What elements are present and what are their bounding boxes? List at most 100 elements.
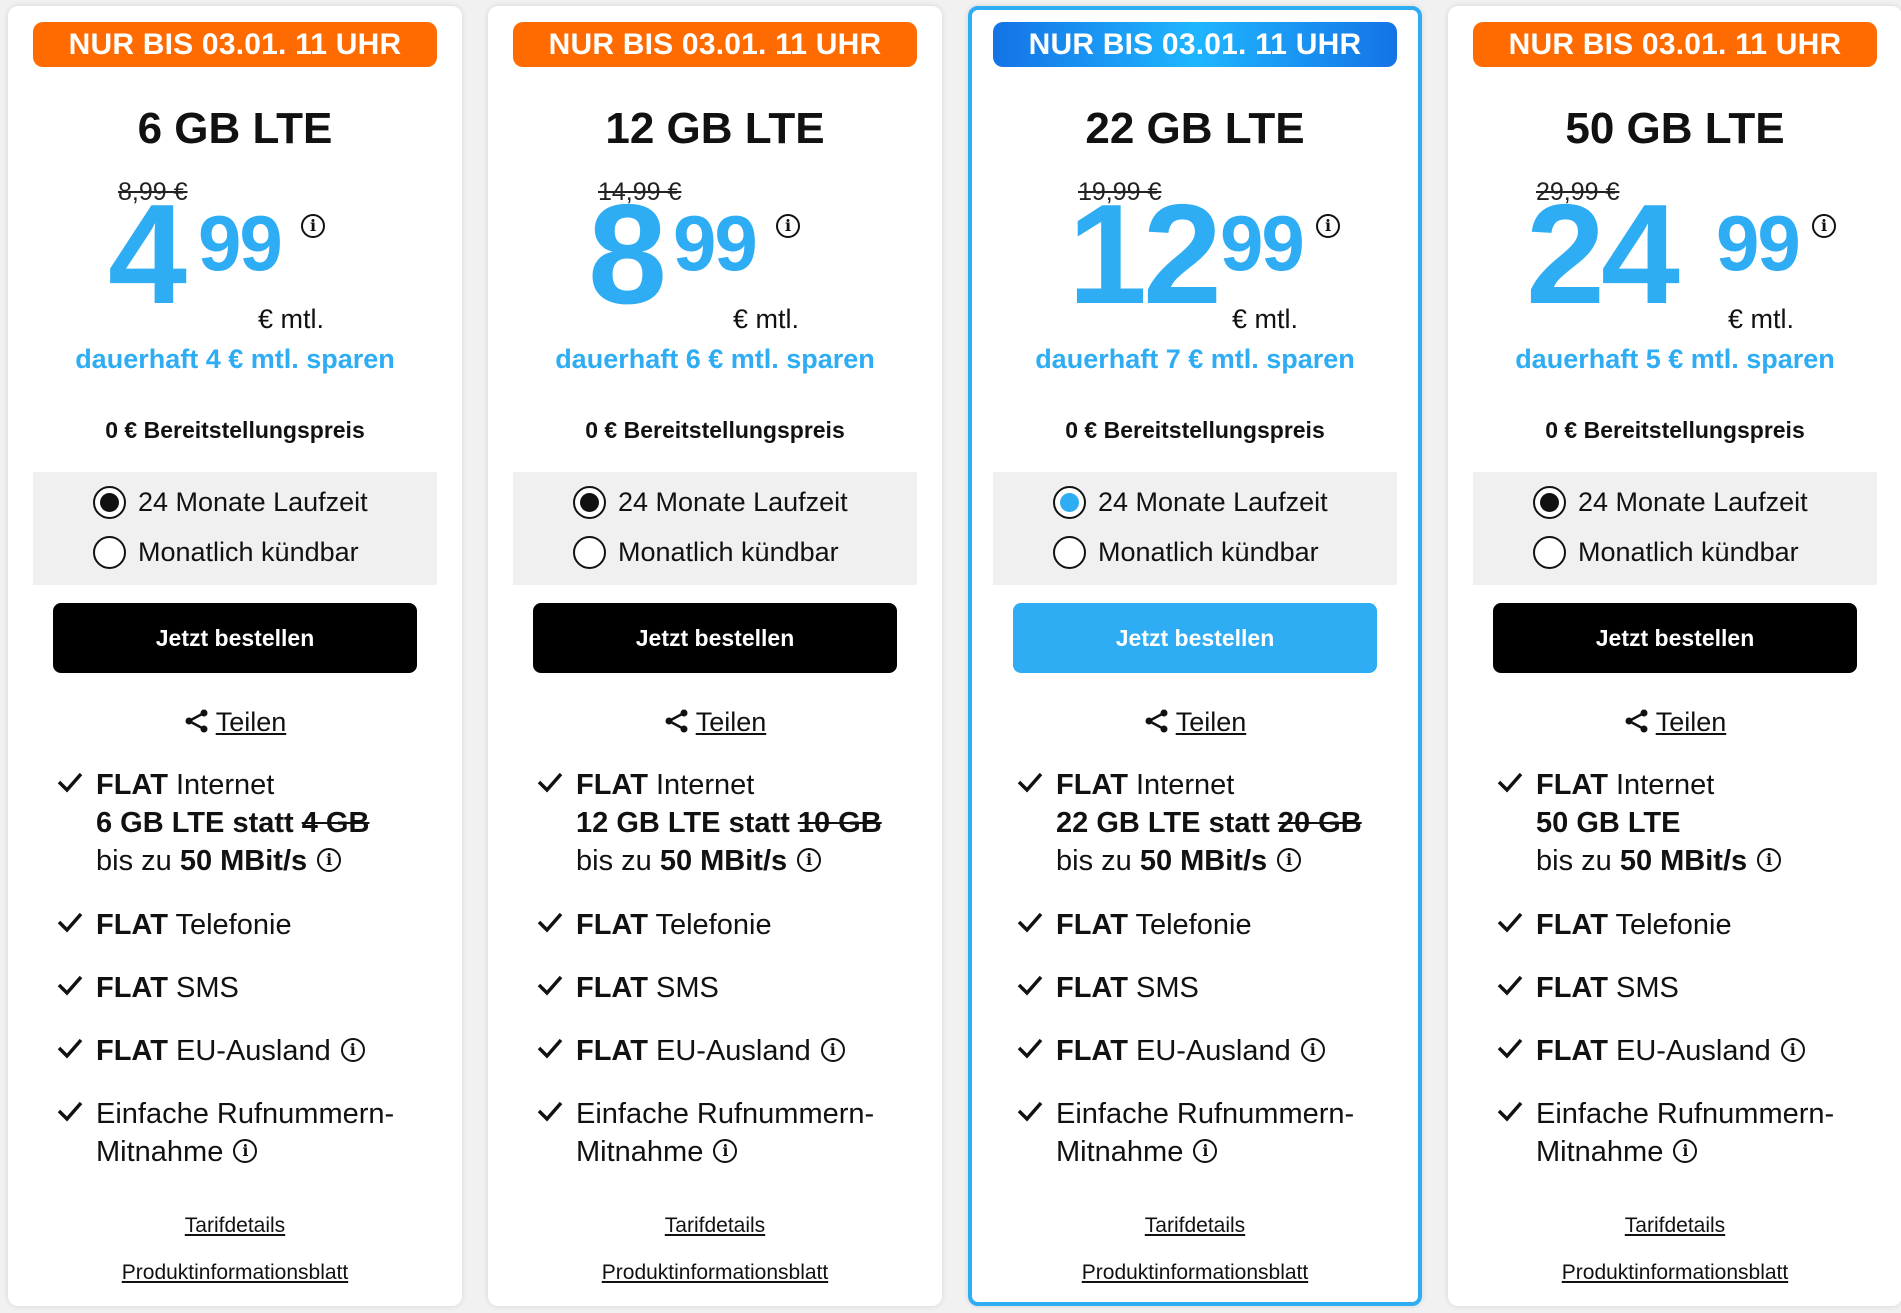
- order-button[interactable]: Jetzt bestellen: [1493, 603, 1857, 673]
- tariff-details-link[interactable]: Tarifdetails: [488, 1214, 942, 1238]
- savings-text: dauerhaft 5 € mtl. sparen: [1515, 344, 1835, 374]
- feature-number-porting: Einfache Rufnummern- Mitnahme i: [1016, 1095, 1406, 1171]
- share-link[interactable]: Teilen: [968, 707, 1422, 738]
- info-icon[interactable]: i: [317, 847, 342, 872]
- info-icon[interactable]: i: [1193, 1138, 1218, 1163]
- info-icon[interactable]: i: [776, 214, 800, 238]
- deadline-badge: NUR BIS 03.01. 11 UHR: [1473, 22, 1877, 67]
- feature-internet: FLAT Internet 6 GB LTE statt 4 GB bis zu 5…: [56, 766, 446, 880]
- feature-eu-roaming: FLAT EU-Ausland i: [536, 1032, 926, 1070]
- option-label: 24 Monate Laufzeit: [138, 487, 368, 517]
- plan-card-50gb: NUR BIS 03.01. 11 UHR 50 GB LTE 29,99 € …: [1448, 6, 1901, 1306]
- option-monthly[interactable]: Monatlich kündbar: [93, 536, 359, 569]
- product-info-link[interactable]: Produktinformationsblatt: [488, 1261, 942, 1285]
- check-icon: [1497, 912, 1523, 933]
- info-icon[interactable]: i: [1757, 847, 1782, 872]
- info-icon[interactable]: i: [233, 1138, 258, 1163]
- order-button[interactable]: Jetzt bestellen: [1013, 603, 1377, 673]
- share-link[interactable]: Teilen: [8, 707, 462, 738]
- radio-checked[interactable]: [93, 486, 126, 519]
- check-icon: [1497, 1101, 1523, 1122]
- option-24-months[interactable]: 24 Monate Laufzeit: [93, 486, 368, 519]
- feature-internet: FLAT Internet 22 GB LTE statt 20 GB bis zu…: [1016, 766, 1406, 880]
- info-icon[interactable]: i: [340, 1037, 365, 1062]
- feature-telephony: FLAT Telefonie: [536, 906, 926, 944]
- share-link[interactable]: Teilen: [488, 707, 942, 738]
- order-button[interactable]: Jetzt bestellen: [533, 603, 897, 673]
- check-icon: [1497, 772, 1523, 793]
- feature-internet: FLAT Internet 12 GB LTE statt 10 GB bis zu…: [536, 766, 926, 880]
- option-monthly[interactable]: Monatlich kündbar: [1533, 536, 1799, 569]
- info-icon[interactable]: i: [713, 1138, 738, 1163]
- share-label: Teilen: [1655, 707, 1727, 737]
- option-24-months[interactable]: 24 Monate Laufzeit: [1053, 486, 1328, 519]
- deadline-badge: NUR BIS 03.01. 11 UHR: [993, 22, 1397, 67]
- share-link[interactable]: Teilen: [1448, 707, 1901, 738]
- option-label: 24 Monate Laufzeit: [1098, 487, 1328, 517]
- price-unit: € mtl.: [733, 304, 800, 334]
- info-icon[interactable]: i: [797, 847, 822, 872]
- tariff-details-link[interactable]: Tarifdetails: [968, 1214, 1422, 1238]
- radio-checked[interactable]: [1533, 486, 1566, 519]
- info-icon[interactable]: i: [1277, 847, 1302, 872]
- option-monthly[interactable]: Monatlich kündbar: [573, 536, 839, 569]
- info-icon[interactable]: i: [1300, 1037, 1325, 1062]
- contract-options: 24 Monate Laufzeit Monatlich kündbar: [1473, 472, 1877, 585]
- setup-fee: 0 € Bereitstellungspreis: [585, 417, 845, 443]
- info-icon[interactable]: i: [301, 214, 325, 238]
- option-monthly[interactable]: Monatlich kündbar: [1053, 536, 1319, 569]
- check-icon: [537, 1038, 563, 1059]
- radio-checked[interactable]: [1053, 486, 1086, 519]
- plan-card-12gb: NUR BIS 03.01. 11 UHR 12 GB LTE 14,99 € …: [488, 6, 942, 1306]
- plan-title: 12 GB LTE: [605, 104, 825, 153]
- feature-eu-roaming: FLAT EU-Ausland i: [1496, 1032, 1886, 1070]
- feature-telephony: FLAT Telefonie: [1016, 906, 1406, 944]
- contract-options: 24 Monate Laufzeit Monatlich kündbar: [993, 472, 1397, 585]
- check-icon: [1017, 772, 1043, 793]
- radio-checked[interactable]: [573, 486, 606, 519]
- option-24-months[interactable]: 24 Monate Laufzeit: [573, 486, 848, 519]
- savings-text: dauerhaft 6 € mtl. sparen: [555, 344, 875, 374]
- share-label: Teilen: [215, 707, 287, 737]
- feature-number-porting: Einfache Rufnummern- Mitnahme i: [56, 1095, 446, 1171]
- feature-number-porting: Einfache Rufnummern- Mitnahme i: [1496, 1095, 1886, 1171]
- check-icon: [1017, 1038, 1043, 1059]
- feature-eu-roaming: FLAT EU-Ausland i: [1016, 1032, 1406, 1070]
- check-icon: [1497, 975, 1523, 996]
- price-euros: 12: [1068, 175, 1222, 334]
- radio-unchecked[interactable]: [1533, 536, 1566, 569]
- check-icon: [1017, 912, 1043, 933]
- option-label: Monatlich kündbar: [1098, 537, 1319, 567]
- info-icon[interactable]: i: [1812, 214, 1836, 238]
- option-24-months[interactable]: 24 Monate Laufzeit: [1533, 486, 1808, 519]
- check-icon: [57, 1038, 83, 1059]
- radio-unchecked[interactable]: [573, 536, 606, 569]
- plan-title: 6 GB LTE: [137, 104, 333, 153]
- info-icon[interactable]: i: [820, 1037, 845, 1062]
- setup-fee: 0 € Bereitstellungspreis: [105, 417, 365, 443]
- order-button[interactable]: Jetzt bestellen: [53, 603, 417, 673]
- product-info-link[interactable]: Produktinformationsblatt: [968, 1261, 1422, 1285]
- radio-unchecked[interactable]: [1053, 536, 1086, 569]
- check-icon: [1017, 975, 1043, 996]
- contract-options: 24 Monate Laufzeit Monatlich kündbar: [33, 472, 437, 585]
- option-label: Monatlich kündbar: [1578, 537, 1799, 567]
- info-icon[interactable]: i: [1780, 1037, 1805, 1062]
- share-label: Teilen: [695, 707, 767, 737]
- price-euros: 4: [108, 175, 187, 334]
- check-icon: [57, 975, 83, 996]
- info-icon[interactable]: i: [1316, 214, 1340, 238]
- tariff-details-link[interactable]: Tarifdetails: [8, 1214, 462, 1238]
- price-euros: 24: [1526, 175, 1680, 334]
- radio-unchecked[interactable]: [93, 536, 126, 569]
- plan-title: 22 GB LTE: [1085, 104, 1305, 153]
- tariff-details-link[interactable]: Tarifdetails: [1448, 1214, 1901, 1238]
- info-icon[interactable]: i: [1673, 1138, 1698, 1163]
- check-icon: [1497, 1038, 1523, 1059]
- price-cents: 99: [198, 199, 283, 287]
- price-unit: € mtl.: [258, 304, 325, 334]
- product-info-link[interactable]: Produktinformationsblatt: [8, 1261, 462, 1285]
- product-info-link[interactable]: Produktinformationsblatt: [1448, 1261, 1901, 1285]
- contract-options: 24 Monate Laufzeit Monatlich kündbar: [513, 472, 917, 585]
- price-unit: € mtl.: [1232, 304, 1299, 334]
